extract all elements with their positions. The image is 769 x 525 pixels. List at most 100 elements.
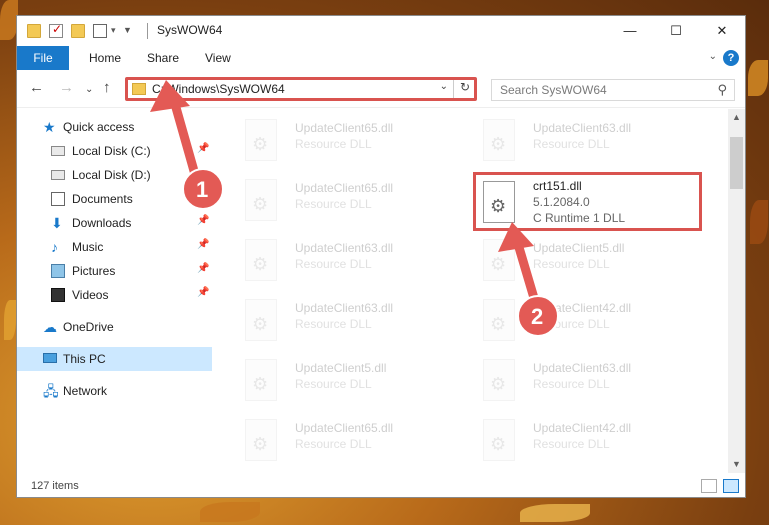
file-type: Resource DLL — [295, 437, 372, 451]
list-item[interactable]: UpdateClient5.dll Resource DLL — [237, 353, 467, 409]
dll-file-icon — [245, 239, 277, 281]
search-placeholder: Search SysWOW64 — [500, 83, 607, 97]
file-type: Resource DLL — [295, 137, 372, 151]
file-name: UpdateClient42.dll — [533, 421, 632, 435]
file-name: UpdateClient63.dll — [295, 241, 394, 255]
folder-icon — [27, 24, 41, 38]
sidebar-item-quick-access[interactable]: ★ Quick access — [17, 115, 212, 139]
file-name: UpdateClient42.dll — [533, 301, 632, 315]
pin-icon[interactable]: 📌 — [197, 239, 209, 250]
sidebar-item-network[interactable]: 🖧 Network — [17, 379, 212, 403]
help-icon[interactable]: ? — [723, 50, 739, 66]
sidebar-item-this-pc[interactable]: This PC — [17, 347, 212, 371]
scroll-up-icon[interactable]: ▲ — [728, 109, 745, 126]
list-item[interactable]: UpdateClient63.dll Resource DLL — [237, 293, 467, 349]
refresh-icon[interactable]: ↻ — [460, 80, 470, 94]
tab-share[interactable]: Share — [147, 46, 179, 70]
sidebar-item-local-disk-d[interactable]: Local Disk (D:) — [17, 163, 212, 187]
sidebar-item-videos[interactable]: Videos 📌 — [17, 283, 212, 307]
back-icon[interactable]: ← — [29, 80, 44, 96]
star-icon: ★ — [43, 119, 56, 135]
search-icon[interactable]: ⚲ — [717, 82, 727, 98]
file-name: UpdateClient65.dll — [295, 421, 394, 435]
music-icon: ♪ — [51, 239, 58, 255]
chevron-down-icon[interactable]: ▾ — [111, 25, 116, 36]
pictures-icon — [51, 264, 65, 278]
sidebar-item-label: This PC — [63, 352, 106, 366]
up-icon[interactable]: ↑ — [103, 80, 111, 96]
address-divider — [453, 80, 454, 98]
folder-icon — [132, 83, 146, 95]
file-type: Resource DLL — [295, 377, 372, 391]
file-name: UpdateClient5.dll — [533, 241, 625, 255]
file-name: UpdateClient63.dll — [533, 361, 632, 375]
sidebar-item-downloads[interactable]: ⬇ Downloads 📌 — [17, 211, 212, 235]
dll-file-icon — [245, 359, 277, 401]
dll-file-icon — [483, 359, 515, 401]
search-input[interactable]: Search SysWOW64 ⚲ — [491, 79, 735, 101]
list-item[interactable]: UpdateClient63.dll Resource DLL — [237, 233, 467, 289]
list-item[interactable]: UpdateClient5.dll Resource DLL — [475, 233, 705, 289]
forward-icon[interactable]: → — [59, 80, 74, 96]
sidebar-item-onedrive[interactable]: ☁ OneDrive — [17, 315, 212, 339]
document-icon — [51, 192, 65, 206]
pin-icon[interactable]: 📌 — [197, 287, 209, 298]
large-icons-view-button[interactable] — [723, 479, 739, 493]
ribbon-tabs: File Home Share View ⌄ ? — [17, 46, 745, 70]
address-dropdown-icon[interactable]: ⌄ — [440, 81, 448, 92]
address-path: C:\Windows\SysWOW64 — [152, 82, 285, 96]
file-type: Resource DLL — [533, 257, 610, 271]
sidebar-item-label: OneDrive — [63, 320, 114, 334]
list-item[interactable]: UpdateClient42.dll Resource DLL — [475, 293, 705, 349]
pin-icon[interactable]: 📌 — [197, 215, 209, 226]
address-bar[interactable]: C:\Windows\SysWOW64 ⌄ ↻ — [125, 77, 477, 101]
maximize-button[interactable]: ☐ — [653, 16, 699, 46]
dll-file-icon — [245, 179, 277, 221]
new-folder-icon[interactable] — [71, 24, 85, 38]
sidebar-item-label: Music — [72, 240, 104, 254]
pin-icon[interactable]: 📌 — [197, 191, 209, 202]
tab-home[interactable]: Home — [89, 46, 121, 70]
file-type: Resource DLL — [295, 257, 372, 271]
pin-icon[interactable]: 📌 — [197, 263, 209, 274]
recent-locations-icon[interactable]: ⌄ — [85, 82, 93, 98]
sidebar-item-label: Documents — [72, 192, 133, 206]
file-type: Resource DLL — [295, 317, 372, 331]
list-item[interactable]: UpdateClient65.dll Resource DLL — [237, 113, 467, 169]
list-item[interactable]: UpdateClient65.dll Resource DLL — [237, 413, 467, 469]
list-item[interactable]: UpdateClient63.dll Resource DLL — [475, 353, 705, 409]
list-item[interactable]: UpdateClient42.dll Resource DLL — [475, 413, 705, 469]
scroll-down-icon[interactable]: ▼ — [728, 456, 745, 473]
vertical-scrollbar[interactable]: ▲ ▼ — [728, 109, 745, 473]
dll-file-icon — [245, 119, 277, 161]
dll-file-icon — [245, 419, 277, 461]
file-type: Resource DLL — [533, 137, 610, 151]
file-name: UpdateClient65.dll — [295, 181, 394, 195]
expand-ribbon-icon[interactable]: ⌄ — [709, 51, 717, 62]
close-button[interactable]: ✕ — [699, 16, 745, 46]
sidebar-item-pictures[interactable]: Pictures 📌 — [17, 259, 212, 283]
sidebar-item-label: Network — [63, 384, 108, 398]
list-item[interactable]: UpdateClient65.dll Resource DLL — [237, 173, 467, 229]
navigation-bar: ← → ⌄ ↑ C:\Windows\SysWOW64 ⌄ ↻ Search S… — [17, 70, 745, 108]
file-type: Resource DLL — [295, 197, 372, 211]
status-bar: 127 items — [17, 474, 745, 497]
minimize-button[interactable]: — — [607, 16, 653, 46]
customize-toolbar-icon[interactable]: ▼ — [123, 25, 132, 35]
computer-icon — [43, 353, 57, 363]
quick-access-toolbar-icon[interactable] — [93, 24, 107, 38]
sidebar-item-documents[interactable]: Documents 📌 — [17, 187, 212, 211]
tab-file[interactable]: File — [17, 46, 69, 70]
scroll-thumb[interactable] — [730, 137, 743, 189]
tab-view[interactable]: View — [205, 46, 231, 70]
sidebar-item-label: Local Disk (C:) — [72, 144, 151, 158]
properties-check-icon[interactable] — [49, 22, 63, 38]
pin-icon[interactable]: 📌 — [197, 143, 209, 154]
file-name: UpdateClient63.dll — [295, 301, 394, 315]
sidebar-item-music[interactable]: ♪ Music 📌 — [17, 235, 212, 259]
file-type: Resource DLL — [533, 317, 610, 331]
explorer-window: ▾ ▼ SysWOW64 — ☐ ✕ File Home Share View … — [16, 15, 746, 498]
sidebar-item-local-disk-c[interactable]: Local Disk (C:) 📌 — [17, 139, 212, 163]
list-item[interactable]: UpdateClient63.dll Resource DLL — [475, 113, 705, 169]
details-view-button[interactable] — [701, 479, 717, 493]
